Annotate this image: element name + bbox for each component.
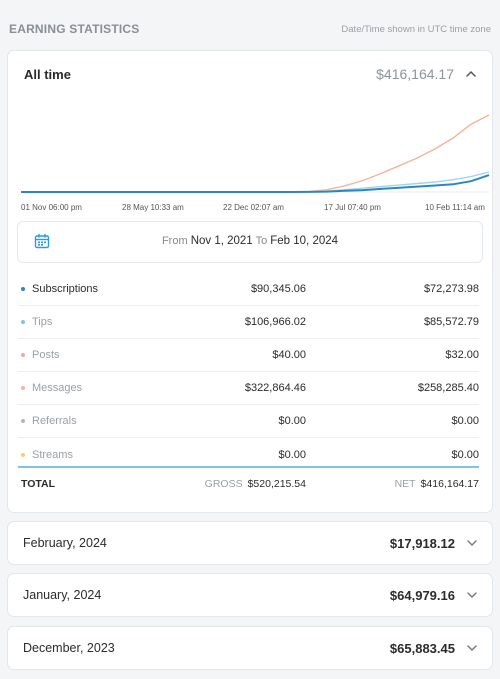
chevron-up-icon[interactable] <box>464 67 478 81</box>
series-dot <box>21 386 25 390</box>
totals-gross: GROSS $520,215.54 <box>188 478 306 490</box>
x-tick-label: 17 Jul 07:40 pm <box>324 203 381 212</box>
all-time-card: All time $416,164.17 01 Nov 06:00 pm 28 M… <box>7 50 493 513</box>
to-date[interactable]: Feb 10, 2024 <box>270 235 338 247</box>
row-label: Referrals <box>32 415 77 427</box>
table-row-subscriptions: Subscriptions $90,345.06 $72,273.98 <box>18 273 479 306</box>
x-tick-label: 28 May 10:33 am <box>122 203 184 212</box>
row-label: Subscriptions <box>32 283 99 295</box>
row-gross: $90,345.06 <box>250 283 306 295</box>
month-label: December, 2023 <box>23 641 115 655</box>
row-gross: $106,966.02 <box>244 316 306 328</box>
month-card-december-2023[interactable]: December, 2023 $65,883.45 <box>7 626 493 670</box>
totals-net: NET $416,164.17 <box>306 478 479 490</box>
row-name: Referrals <box>18 415 218 427</box>
row-label: Posts <box>32 349 60 361</box>
month-card-february-2024[interactable]: February, 2024 $17,918.12 <box>7 521 493 565</box>
row-net: $0.00 <box>451 448 479 461</box>
totals-label: TOTAL <box>21 478 56 490</box>
x-tick-label: 22 Dec 02:07 am <box>223 203 284 212</box>
series-dot <box>21 452 25 457</box>
row-net: $258,285.40 <box>417 382 479 394</box>
row-gross: $322,864.46 <box>244 382 306 394</box>
row-net: $72,273.98 <box>423 283 479 295</box>
series-line <box>21 171 490 193</box>
row-gross: $0.00 <box>278 448 306 461</box>
row-net: $85,572.79 <box>423 316 479 328</box>
row-name: Tips <box>18 316 218 328</box>
month-total: $64,979.16 <box>389 587 455 603</box>
chevron-down-icon[interactable] <box>465 641 479 655</box>
chevron-down-icon[interactable] <box>465 536 479 550</box>
earning-statistics-page: EARNING STATISTICS Date/Time shown in UT… <box>0 0 500 679</box>
gross-value: $520,215.54 <box>247 478 306 490</box>
row-label: Tips <box>32 316 53 328</box>
series-dot <box>21 287 25 291</box>
row-name: Subscriptions <box>18 283 218 295</box>
row-net: $0.00 <box>451 415 479 427</box>
month-total: $17,918.12 <box>389 535 455 551</box>
chevron-down-icon[interactable] <box>465 588 479 602</box>
earnings-breakdown-table: Subscriptions $90,345.06 $72,273.98 Tips… <box>18 273 479 471</box>
row-gross: $0.00 <box>278 415 306 427</box>
x-tick-label: 10 Feb 11:14 am <box>425 203 485 212</box>
series-dot <box>21 320 25 324</box>
table-row-tips: Tips $106,966.02 $85,572.79 <box>18 306 479 339</box>
month-label: February, 2024 <box>23 536 107 550</box>
series-line <box>21 114 490 193</box>
row-name: Streams <box>18 449 218 461</box>
from-label: From <box>161 235 188 247</box>
row-gross: $40.00 <box>272 349 306 361</box>
month-card-january-2024[interactable]: January, 2024 $64,979.16 <box>7 573 493 617</box>
month-total: $65,883.45 <box>389 640 455 656</box>
section-header: EARNING STATISTICS Date/Time shown in UT… <box>9 20 491 38</box>
row-label: Streams <box>32 448 73 461</box>
gross-caption: GROSS <box>204 478 243 490</box>
earnings-line-chart: 01 Nov 06:00 pm 28 May 10:33 am 22 Dec 02:… <box>21 114 490 212</box>
x-tick-label: 01 Nov 06:00 pm <box>21 203 82 212</box>
from-date[interactable]: Nov 1, 2021 <box>191 235 253 247</box>
date-range-picker[interactable]: From Nov 1, 2021 To Feb 10, 2024 <box>17 221 483 263</box>
row-name: Messages <box>18 382 218 394</box>
table-row-referrals: Referrals $0.00 $0.00 <box>18 405 479 438</box>
net-value: $416,164.17 <box>420 478 479 490</box>
month-label: January, 2024 <box>23 588 102 602</box>
section-title: EARNING STATISTICS <box>9 22 140 36</box>
series-dot <box>21 353 25 357</box>
row-name: Posts <box>18 349 218 361</box>
timezone-note: Date/Time shown in UTC time zone <box>341 23 491 35</box>
net-caption: NET <box>394 478 416 490</box>
period-label: All time <box>24 66 71 82</box>
all-time-card-header[interactable]: All time $416,164.17 <box>24 64 478 84</box>
row-label: Messages <box>32 382 83 394</box>
series-dot <box>21 419 25 423</box>
row-net: $32.00 <box>445 349 479 361</box>
to-label: To <box>255 235 268 247</box>
totals-row: TOTAL GROSS $520,215.54 NET $416,164.17 <box>18 466 479 500</box>
table-row-messages: Messages $322,864.46 $258,285.40 <box>18 372 479 405</box>
period-total: $416,164.17 <box>376 66 454 82</box>
table-row-posts: Posts $40.00 $32.00 <box>18 339 479 372</box>
date-range-text: From Nov 1, 2021 To Feb 10, 2024 <box>18 235 482 247</box>
